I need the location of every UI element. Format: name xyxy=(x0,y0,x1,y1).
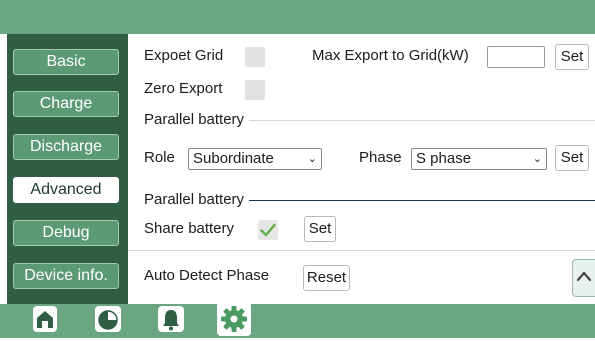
sidebar-item-charge[interactable]: Charge xyxy=(13,91,119,117)
expoet-grid-checkbox[interactable] xyxy=(245,47,265,67)
home-icon[interactable] xyxy=(30,304,60,334)
sidebar-item-advanced[interactable]: Advanced xyxy=(13,177,119,203)
phase-select-value: S phase xyxy=(416,150,472,167)
top-bar xyxy=(0,0,595,34)
sidebar: Basic Charge Discharge Advanced Debug De… xyxy=(7,34,128,304)
auto-detect-phase-label: Auto Detect Phase xyxy=(144,267,270,284)
row-divider xyxy=(128,250,595,251)
auto-detect-reset-button[interactable]: Reset xyxy=(303,265,350,291)
max-export-label: Max Export to Grid(kW) xyxy=(312,47,469,64)
chevron-down-icon: ⌄ xyxy=(532,153,542,165)
section-divider xyxy=(249,120,595,121)
sidebar-item-discharge[interactable]: Discharge xyxy=(13,134,119,160)
sidebar-item-device-info[interactable]: Device info. xyxy=(13,263,119,289)
share-battery-label: Share battery xyxy=(144,220,235,237)
bottom-nav-bar xyxy=(0,302,595,338)
parallel-battery-title: Parallel battery xyxy=(144,111,245,128)
advanced-settings-panel: Expoet Grid Max Export to Grid(kW) Set Z… xyxy=(128,34,595,304)
phase-select[interactable]: S phase ⌄ xyxy=(411,148,547,170)
zero-export-checkbox[interactable] xyxy=(245,80,265,100)
checkmark-icon xyxy=(260,223,276,237)
role-select-value: Subordinate xyxy=(193,150,274,167)
sidebar-item-basic[interactable]: Basic xyxy=(13,49,119,75)
pie-chart-icon[interactable] xyxy=(93,304,123,334)
phase-set-button[interactable]: Set xyxy=(555,145,589,171)
parallel-battery-title-2: Parallel battery xyxy=(144,191,245,208)
role-select[interactable]: Subordinate ⌄ xyxy=(188,148,322,170)
bell-icon[interactable] xyxy=(156,304,186,334)
sidebar-item-debug[interactable]: Debug xyxy=(13,220,119,246)
zero-export-label: Zero Export xyxy=(144,80,223,97)
gear-icon[interactable] xyxy=(217,302,251,336)
share-battery-set-button[interactable]: Set xyxy=(304,216,336,242)
chevron-down-icon: ⌄ xyxy=(307,153,317,165)
expoet-grid-label: Expoet Grid xyxy=(144,47,224,64)
share-battery-checkbox[interactable] xyxy=(258,220,278,240)
max-export-input[interactable] xyxy=(487,46,545,68)
role-label: Role xyxy=(144,149,175,166)
chevron-up-icon xyxy=(576,271,592,282)
phase-label: Phase xyxy=(359,149,402,166)
max-export-set-button[interactable]: Set xyxy=(555,44,589,70)
section-divider-dark xyxy=(249,200,595,201)
scroll-up-button[interactable] xyxy=(572,259,595,297)
